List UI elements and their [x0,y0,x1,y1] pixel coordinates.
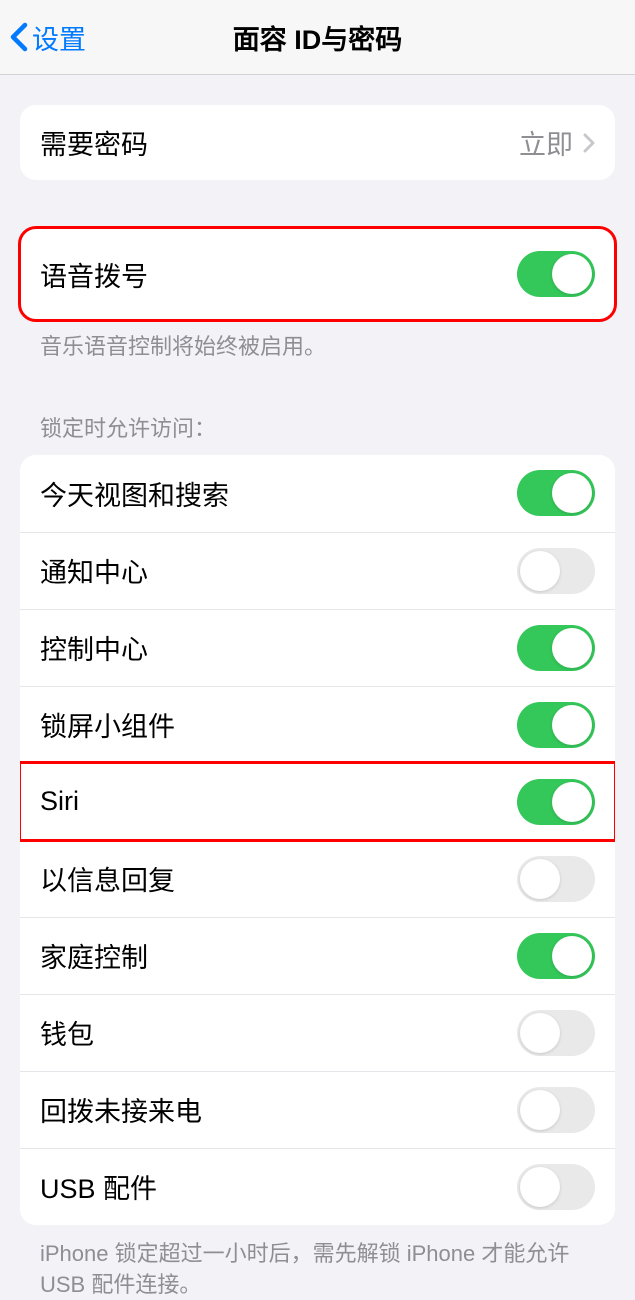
lock-access-toggle[interactable] [517,470,595,516]
lock-access-footer: iPhone 锁定超过一小时后，需先解锁 iPhone 才能允许USB 配件连接… [20,1225,615,1300]
lock-access-toggle[interactable] [517,548,595,594]
toggle-knob [552,628,592,668]
toggle-knob [552,936,592,976]
lock-access-row[interactable]: Siri [20,763,615,840]
lock-access-row[interactable]: USB 配件 [20,1148,615,1225]
lock-access-row[interactable]: 以信息回复 [20,840,615,917]
lock-access-row[interactable]: 通知中心 [20,532,615,609]
require-passcode-label: 需要密码 [40,123,519,162]
toggle-knob [520,1090,560,1130]
lock-access-label: 控制中心 [40,628,517,667]
lock-access-row[interactable]: 控制中心 [20,609,615,686]
lock-access-row[interactable]: 家庭控制 [20,917,615,994]
lock-access-toggle[interactable] [517,625,595,671]
lock-access-toggle[interactable] [517,1087,595,1133]
voice-dial-footer: 音乐语音控制将始终被启用。 [20,320,615,363]
lock-access-toggle[interactable] [517,1164,595,1210]
lock-access-label: 家庭控制 [40,936,517,975]
toggle-knob [520,551,560,591]
chevron-right-icon [583,133,595,153]
lock-access-label: 钱包 [40,1013,517,1052]
lock-access-row[interactable]: 钱包 [20,994,615,1071]
lock-access-toggle[interactable] [517,933,595,979]
lock-access-row[interactable]: 今天视图和搜索 [20,455,615,532]
toggle-knob [552,254,592,294]
back-button[interactable]: 设置 [10,18,86,57]
lock-access-label: 通知中心 [40,551,517,590]
row-require-passcode[interactable]: 需要密码 立即 [20,105,615,180]
toggle-knob [520,1013,560,1053]
back-label: 设置 [32,18,86,57]
group-lock-access: 今天视图和搜索通知中心控制中心锁屏小组件 Siri 以信息回复家庭控制钱包回拨未接来… [20,455,615,1225]
chevron-left-icon [10,22,28,52]
row-voice-dial[interactable]: 语音拨号 [20,228,615,320]
lock-access-label: 回拨未接来电 [40,1090,517,1129]
toggle-knob [552,705,592,745]
toggle-knob [552,473,592,513]
navbar: 设置 面容 ID与密码 [0,0,635,75]
lock-access-header: 锁定时允许访问： [20,411,615,455]
lock-access-label: Siri [40,786,517,817]
voice-dial-toggle[interactable] [517,251,595,297]
lock-access-row[interactable]: 回拨未接来电 [20,1071,615,1148]
toggle-knob [520,859,560,899]
lock-access-toggle[interactable] [517,1010,595,1056]
toggle-knob [552,782,592,822]
page-title: 面容 ID与密码 [233,18,403,57]
lock-access-toggle[interactable] [517,779,595,825]
group-voice-dial: 语音拨号 [20,228,615,320]
lock-access-label: 今天视图和搜索 [40,474,517,513]
lock-access-label: 以信息回复 [40,859,517,898]
lock-access-toggle[interactable] [517,856,595,902]
toggle-knob [520,1167,560,1207]
voice-dial-label: 语音拨号 [40,255,517,294]
lock-access-row[interactable]: 锁屏小组件 [20,686,615,763]
lock-access-label: 锁屏小组件 [40,705,517,744]
lock-access-label: USB 配件 [40,1167,517,1206]
content: 需要密码 立即 语音拨号 音乐语音控制将始终被启用。 锁定时允许访问： 今天视图… [0,75,635,1300]
group-require-passcode: 需要密码 立即 [20,105,615,180]
lock-access-toggle[interactable] [517,702,595,748]
require-passcode-value: 立即 [519,123,573,162]
